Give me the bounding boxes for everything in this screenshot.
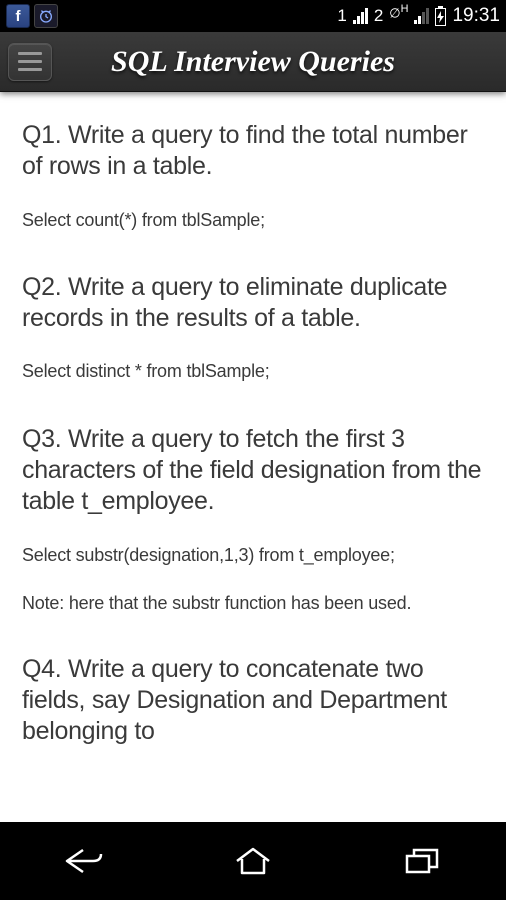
app-header: SQL Interview Queries bbox=[0, 32, 506, 92]
question-4: Q4. Write a query to concatenate two fie… bbox=[22, 654, 484, 748]
sim2-label: 2 bbox=[374, 6, 383, 26]
note-3: Note: here that the substr function has … bbox=[22, 593, 484, 614]
clock-time: 19:31 bbox=[452, 5, 500, 27]
network-type-icon: ∅H bbox=[389, 3, 408, 21]
signal-2-icon bbox=[414, 8, 429, 24]
content-scroll[interactable]: Q1. Write a query to find the total numb… bbox=[0, 92, 506, 822]
menu-button[interactable] bbox=[8, 43, 52, 81]
android-nav-bar bbox=[0, 822, 506, 900]
home-button[interactable] bbox=[223, 841, 283, 881]
back-button[interactable] bbox=[54, 841, 114, 881]
signal-1-icon bbox=[353, 8, 368, 24]
battery-charging-icon bbox=[435, 6, 446, 26]
hamburger-icon bbox=[18, 52, 42, 55]
question-2: Q2. Write a query to eliminate duplicate… bbox=[22, 272, 484, 335]
sim1-label: 1 bbox=[337, 6, 346, 26]
android-status-bar: f 1 2 ∅H 19:31 bbox=[0, 0, 506, 32]
notification-facebook-icon: f bbox=[6, 4, 30, 28]
app-title: SQL Interview Queries bbox=[52, 45, 498, 79]
question-1: Q1. Write a query to find the total numb… bbox=[22, 120, 484, 183]
answer-1: Select count(*) from tblSample; bbox=[22, 209, 484, 232]
recent-apps-button[interactable] bbox=[392, 841, 452, 881]
question-3: Q3. Write a query to fetch the first 3 c… bbox=[22, 424, 484, 518]
answer-2: Select distinct * from tblSample; bbox=[22, 360, 484, 383]
answer-3: Select substr(designation,1,3) from t_em… bbox=[22, 544, 484, 567]
notification-alarm-icon bbox=[34, 4, 58, 28]
